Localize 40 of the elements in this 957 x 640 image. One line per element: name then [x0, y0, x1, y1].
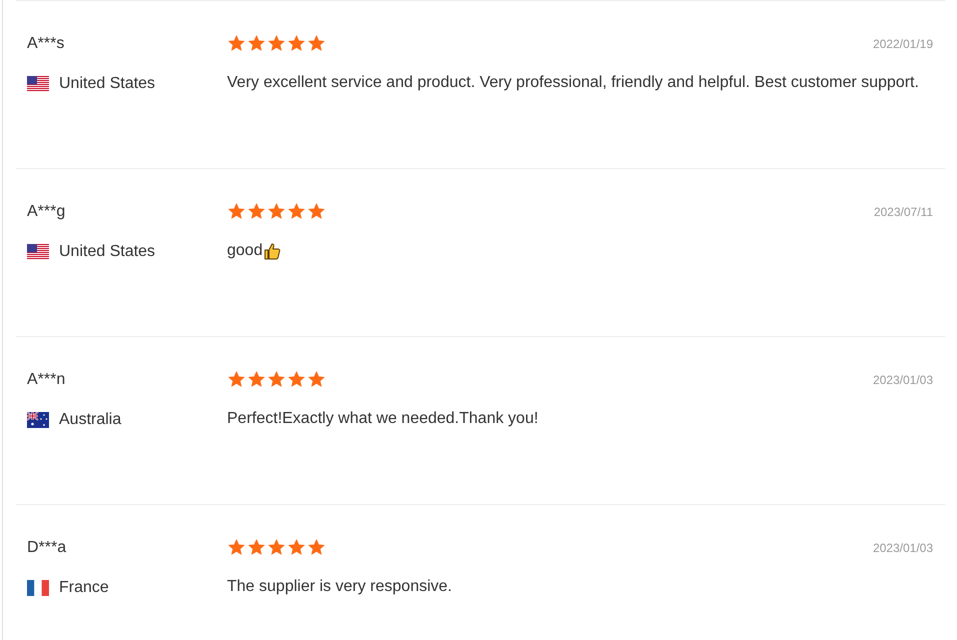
star-icon	[247, 34, 266, 53]
star-icon	[307, 34, 326, 53]
star-icon	[307, 538, 326, 557]
reviewer-name: D***a	[27, 538, 68, 558]
star-icon	[267, 538, 286, 557]
star-icon	[267, 202, 286, 221]
country-name: United States	[59, 74, 156, 94]
star-icon	[247, 370, 266, 389]
star-icon	[287, 370, 306, 389]
reviewer-name: A***g	[27, 202, 66, 222]
star-icon	[287, 202, 306, 221]
review-date: 2023/07/11	[874, 204, 933, 218]
review-date: 2023/01/03	[872, 372, 933, 386]
star-icon	[227, 202, 246, 221]
star-icon	[287, 34, 306, 53]
flag-icon	[27, 244, 49, 260]
review-text: The supplier is very responsive.	[227, 577, 452, 597]
reviewer-name: A***n	[27, 370, 66, 390]
reviewer-name: A***s	[27, 34, 66, 54]
star-icon	[227, 34, 246, 53]
review-date: 2023/01/03	[872, 540, 933, 554]
star-icon	[307, 370, 326, 389]
star-icon	[287, 538, 306, 557]
star-icon	[307, 202, 326, 221]
star-icon	[227, 538, 246, 557]
flag-icon	[27, 580, 49, 596]
star-icon	[247, 202, 266, 221]
country-name: Australia	[59, 410, 122, 430]
star-icon	[247, 538, 266, 557]
flag-icon	[27, 412, 49, 428]
country-name: France	[59, 578, 109, 598]
star-icon	[227, 370, 246, 389]
country-name: United States	[59, 242, 156, 262]
review-text: good	[227, 241, 263, 261]
flag-icon	[27, 76, 49, 92]
review-text: Very excellent service and product. Very professional, friendly and helpful. Best customer support.	[227, 73, 919, 93]
star-icon	[267, 370, 286, 389]
review-date: 2022/01/19	[872, 36, 933, 50]
review-text: Perfect!Exactly what we needed.Thank you!	[227, 409, 538, 429]
star-icon	[267, 34, 286, 53]
